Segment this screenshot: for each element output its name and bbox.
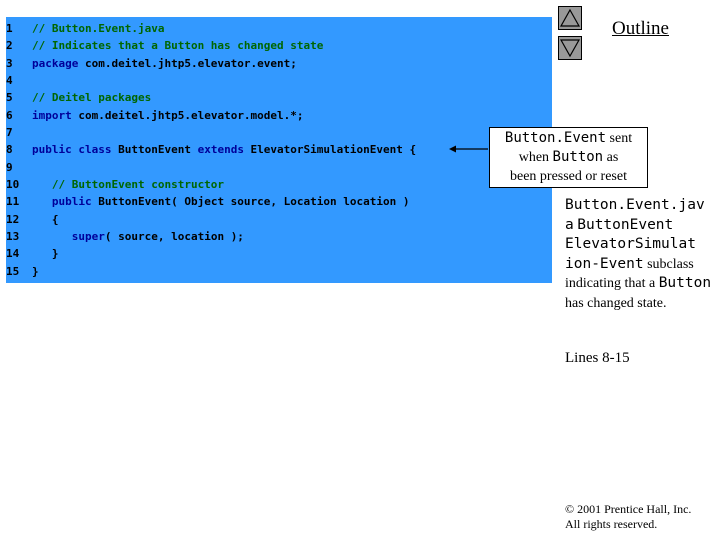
side-note-code: ButtonEvent [577, 216, 674, 233]
side-note-code: Button [658, 275, 712, 291]
callout-line-3: been pressed or reset [509, 169, 627, 184]
callout-text: sent [606, 131, 633, 146]
callout-line-1: Button.Event sent [490, 129, 647, 148]
callout-class-name: Button.Event [504, 130, 607, 146]
copyright-line-2: All rights reserved. [565, 517, 658, 531]
copyright-notice: © 2001 Prentice Hall, Inc. All rights re… [565, 502, 691, 532]
callout-text: when [518, 150, 553, 165]
callout-class-name: Button [552, 149, 604, 165]
lines-reference: Lines 8-15 [565, 350, 630, 366]
callout-text: as [603, 150, 619, 165]
callout-line-2: when Button as [490, 148, 647, 167]
side-note: Button.Event.jav a ButtonEvent ElevatorS… [565, 196, 715, 313]
copyright-line-1: © 2001 Prentice Hall, Inc. [565, 502, 692, 516]
callout-box: Button.Event sent when Button as been pr… [489, 127, 648, 188]
side-note-text: has changed state. [565, 295, 667, 311]
